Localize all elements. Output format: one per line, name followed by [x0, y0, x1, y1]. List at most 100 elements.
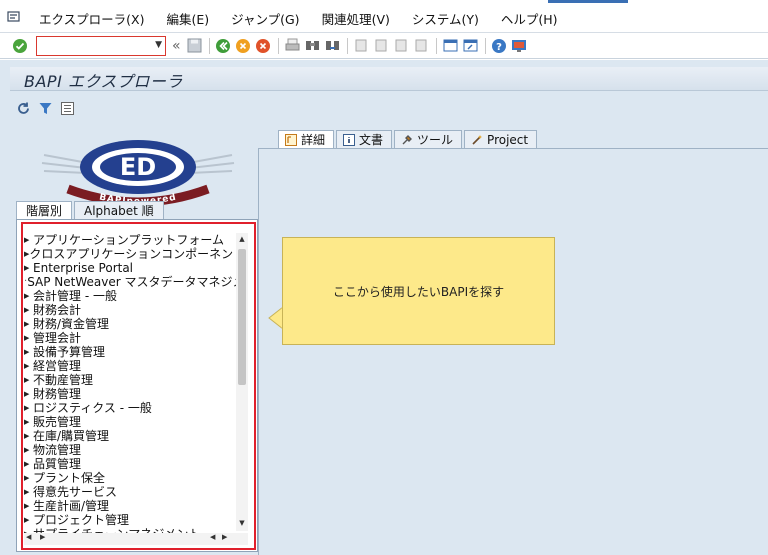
scroll-left-icon[interactable]: ◀: [26, 533, 31, 541]
expand-arrow-icon[interactable]: ▶: [24, 443, 33, 457]
callout-text: ここから使用したいBAPIを探す: [332, 284, 505, 299]
cancel-icon[interactable]: [254, 36, 273, 55]
shortcut-icon[interactable]: [461, 36, 480, 55]
tree-item[interactable]: ▶ 財務/資金管理: [24, 317, 236, 331]
expand-arrow-icon[interactable]: ▶: [24, 233, 33, 247]
scroll-right-icon[interactable]: ▶: [40, 533, 45, 541]
menu-edit[interactable]: 編集(E): [155, 9, 220, 28]
scroll-down-icon[interactable]: ▼: [237, 519, 247, 529]
tree-item[interactable]: ▶ 不動産管理: [24, 373, 236, 387]
tree-item[interactable]: ▶ 管理会計: [24, 331, 236, 345]
command-field[interactable]: ▼: [36, 35, 166, 56]
tree-item[interactable]: ▶ Enterprise Portal: [24, 261, 236, 275]
tree-item[interactable]: ▶ 設備予算管理: [24, 345, 236, 359]
new-session-icon[interactable]: [441, 36, 460, 55]
command-input[interactable]: [37, 36, 147, 55]
expand-arrow-icon[interactable]: ▶: [24, 457, 33, 471]
menu-help[interactable]: ヘルプ(H): [490, 9, 569, 28]
scroll-thumb[interactable]: [238, 249, 246, 385]
tree-item[interactable]: ▶ 品質管理: [24, 457, 236, 471]
scroll-left-icon[interactable]: ◀: [210, 533, 215, 541]
menu-related[interactable]: 関連処理(V): [311, 9, 401, 28]
tree-item[interactable]: ▶ 会計管理 - 一般: [24, 289, 236, 303]
customize-layout-icon[interactable]: [510, 36, 529, 55]
menu-explorer[interactable]: エクスプローラ(X): [28, 9, 155, 28]
expand-arrow-icon[interactable]: ▶: [24, 345, 33, 359]
tree-vertical-scrollbar[interactable]: ▲ ▼: [236, 233, 248, 531]
print-icon[interactable]: [283, 36, 302, 55]
tree-item[interactable]: ▶ 販売管理: [24, 415, 236, 429]
tree-item[interactable]: ▶ 生産計画/管理: [24, 499, 236, 513]
first-page-icon[interactable]: [352, 36, 371, 55]
back-icon[interactable]: [214, 36, 233, 55]
scroll-up-icon[interactable]: ▲: [237, 235, 247, 245]
expand-arrow-icon[interactable]: ▶: [24, 415, 33, 429]
expand-arrow-icon[interactable]: ▶: [24, 289, 33, 303]
tree-item[interactable]: ▶ 物流管理: [24, 443, 236, 457]
exit-icon[interactable]: [234, 36, 253, 55]
filter-icon[interactable]: [36, 99, 55, 118]
expand-arrow-icon[interactable]: ▶: [24, 401, 33, 415]
tree-item[interactable]: · SAP NetWeaver マスタデータマネジメ: [24, 275, 236, 289]
expand-arrow-icon[interactable]: ▶: [24, 331, 33, 345]
expand-arrow-icon[interactable]: ▶: [24, 373, 33, 387]
chevron-down-icon[interactable]: ▼: [155, 40, 162, 50]
scroll-right-icon[interactable]: ▶: [222, 533, 227, 541]
expand-arrow-icon[interactable]: ▶: [24, 499, 33, 513]
expand-arrow-icon[interactable]: ▶: [24, 471, 33, 485]
find-next-icon[interactable]: [323, 36, 342, 55]
tree-item-label: 不動産管理: [33, 373, 94, 387]
next-page-icon[interactable]: [392, 36, 411, 55]
save-icon[interactable]: [185, 36, 204, 55]
find-icon[interactable]: [303, 36, 322, 55]
expand-arrow-icon[interactable]: ▶: [24, 303, 33, 317]
tree-item[interactable]: ▶ クロスアプリケーションコンポーネント: [24, 247, 236, 261]
tree-item-label: ロジスティクス - 一般: [33, 401, 152, 415]
last-page-icon[interactable]: [412, 36, 431, 55]
refresh-icon[interactable]: [14, 99, 33, 118]
tree-item[interactable]: ▶ プラント保全: [24, 471, 236, 485]
help-icon[interactable]: ?: [490, 36, 509, 55]
tree-item[interactable]: ▶ 財務管理: [24, 387, 236, 401]
expand-arrow-icon[interactable]: ▶: [24, 359, 33, 373]
screen-title: BAPI エクスプローラ: [24, 72, 183, 91]
previous-page-icon[interactable]: [372, 36, 391, 55]
tree-horizontal-scrollbar[interactable]: ◀ ▶ ◀ ▶: [24, 533, 248, 545]
tree-item[interactable]: ▶ 得意先サービス: [24, 485, 236, 499]
tab-tools[interactable]: ツール: [394, 130, 463, 148]
tree-item[interactable]: ▶ 在庫/購買管理: [24, 429, 236, 443]
tree-item-label: 経営管理: [33, 359, 82, 373]
expand-arrow-icon[interactable]: ▶: [24, 429, 33, 443]
application-toolbar: [14, 98, 80, 118]
expand-arrow-icon[interactable]: ▶: [24, 485, 33, 499]
tree-item-label: 財務管理: [33, 387, 82, 401]
tree-item[interactable]: ▶ プロジェクト管理: [24, 513, 236, 527]
tab-documents[interactable]: 文書: [336, 130, 393, 148]
toolbar-separator: [208, 37, 210, 54]
tree-item[interactable]: ▶ 経営管理: [24, 359, 236, 373]
right-tab-strip: 詳細 文書 ツール Project: [278, 130, 539, 148]
tab-details[interactable]: 詳細: [278, 130, 335, 148]
tree-item[interactable]: ▶ アプリケーションプラットフォーム: [24, 233, 236, 247]
tab-documents-label: 文書: [359, 133, 384, 147]
tree-item-label: プロジェクト管理: [33, 513, 130, 527]
screen-title-bar: BAPI エクスプローラ: [10, 67, 768, 91]
tab-details-label: 詳細: [301, 133, 326, 147]
expand-arrow-icon[interactable]: ▶: [24, 387, 33, 401]
tree-item[interactable]: ▶ 財務会計: [24, 303, 236, 317]
info-icon: [343, 133, 356, 146]
detail-panel: [258, 148, 768, 555]
expand-arrow-icon[interactable]: ▶: [24, 317, 33, 331]
collapse-double-chevron-icon[interactable]: «: [172, 38, 181, 54]
enter-check-icon[interactable]: [10, 36, 29, 55]
menu-system[interactable]: システム(Y): [401, 9, 490, 28]
list-icon[interactable]: [58, 99, 77, 118]
tab-project[interactable]: Project: [464, 130, 538, 148]
menu-jump[interactable]: ジャンプ(G): [220, 9, 310, 28]
expand-arrow-icon[interactable]: ▶: [24, 513, 33, 527]
tree-item[interactable]: ▶ ロジスティクス - 一般: [24, 401, 236, 415]
tab-alphabet[interactable]: Alphabet 順: [74, 201, 164, 220]
tab-hierarchy[interactable]: 階層別: [16, 201, 73, 220]
expand-arrow-icon[interactable]: ▶: [24, 261, 33, 275]
system-menu-icon[interactable]: [0, 10, 28, 27]
